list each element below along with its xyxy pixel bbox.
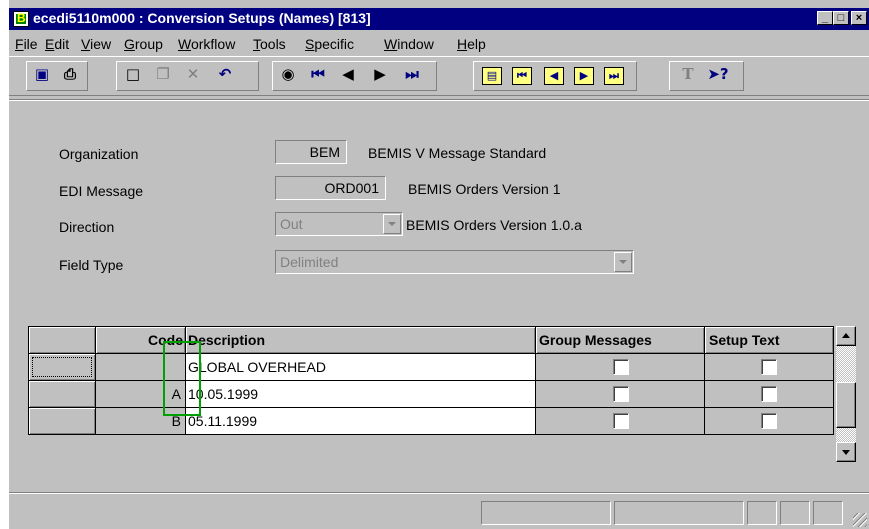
last-record-icon[interactable]: ⏭ [400, 65, 424, 87]
menu-edit[interactable]: Edit [45, 36, 69, 52]
toolbar-group-sets: ▤ ⏮ ◀ ▶ ⏭ [473, 61, 637, 91]
previous-record-icon[interactable]: ◀ [336, 65, 360, 87]
scroll-thumb[interactable] [836, 382, 856, 428]
edi-message-label: EDI Message [59, 183, 144, 199]
cell-setup-text [704, 353, 834, 381]
toolbar-group-file: ▣ ⎙ [26, 61, 88, 91]
help-icon[interactable]: ➤? [706, 65, 730, 87]
status-pane [747, 501, 777, 525]
group-messages-checkbox[interactable] [613, 386, 629, 402]
field-type-select[interactable]: Delimited [275, 250, 634, 274]
title-bar[interactable]: B ecedi5110m000 : Conversion Setups (Nam… [9, 8, 869, 30]
chevron-down-icon[interactable] [614, 252, 632, 272]
app-icon[interactable]: B [13, 11, 29, 27]
cell-group-messages [535, 380, 705, 408]
grid-vertical-scrollbar[interactable] [836, 326, 856, 462]
cell-setup-text [704, 380, 834, 408]
organization-label: Organization [59, 146, 139, 162]
undo-icon[interactable]: ↶ [213, 65, 237, 87]
delete-icon[interactable]: ✕ [181, 65, 205, 87]
scroll-up-icon[interactable] [836, 326, 856, 346]
edi-message-description: BEMIS Orders Version 1 [408, 181, 561, 197]
application-window: B ecedi5110m000 : Conversion Setups (Nam… [9, 0, 869, 529]
cell-group-messages [535, 353, 705, 381]
cell-description[interactable]: 10.05.1999 [185, 380, 536, 408]
direction-description: BEMIS Orders Version 1.0.a [406, 217, 582, 233]
setup-text-checkbox[interactable] [761, 413, 777, 429]
first-set-icon[interactable]: ▤ [482, 67, 502, 85]
cell-group-messages [535, 407, 705, 435]
scroll-down-icon[interactable] [836, 442, 856, 462]
next-set-icon[interactable]: ◀ [544, 67, 564, 85]
cell-description[interactable]: 05.11.1999 [185, 407, 536, 435]
column-header-group-messages[interactable]: Group Messages [535, 326, 705, 354]
group-messages-checkbox[interactable] [613, 359, 629, 375]
chevron-down-icon[interactable] [383, 214, 401, 234]
statusbar-separator [9, 492, 869, 494]
row-selector[interactable] [28, 407, 96, 435]
next-record-icon[interactable]: ▶ [368, 65, 392, 87]
text-icon[interactable]: T [676, 65, 700, 87]
grid-corner-header [28, 326, 96, 354]
new-icon[interactable]: □ [121, 65, 145, 87]
toolbar-group-edit: □ ❐ ✕ ↶ [116, 61, 259, 91]
menu-specific[interactable]: Specific [305, 36, 354, 52]
last-set-icon[interactable]: ▶ [574, 67, 594, 85]
toolbar-group-help: T ➤? [669, 61, 744, 91]
menu-tools[interactable]: Tools [253, 36, 286, 52]
menu-window[interactable]: Window [384, 36, 434, 52]
direction-value: Out [280, 216, 303, 232]
status-pane [614, 501, 744, 525]
menu-help[interactable]: Help [457, 36, 486, 52]
save-icon[interactable]: ▣ [30, 65, 54, 87]
cell-setup-text [704, 407, 834, 435]
direction-label: Direction [59, 219, 115, 235]
menu-group[interactable]: Group [124, 36, 163, 52]
status-pane [813, 501, 843, 525]
previous-set-icon[interactable]: ⏮ [512, 67, 532, 85]
print-icon[interactable]: ⎙ [58, 65, 82, 87]
column-header-description[interactable]: Description [185, 326, 536, 354]
focus-highlight-box [163, 341, 201, 416]
menu-workflow[interactable]: Workflow [178, 36, 235, 52]
setup-text-checkbox[interactable] [761, 359, 777, 375]
maximize-button[interactable]: □ [833, 11, 849, 25]
field-type-value: Delimited [280, 254, 339, 270]
toolbar-group-navigate: ◉ ⏮ ◀ ▶ ⏭ [272, 61, 437, 91]
toolbar-separator [9, 99, 869, 101]
window-title: ecedi5110m000 : Conversion Setups (Names… [33, 10, 371, 26]
group-messages-checkbox[interactable] [613, 413, 629, 429]
minimize-button[interactable]: _ [817, 11, 833, 25]
direction-select[interactable]: Out [275, 212, 403, 236]
setup-text-checkbox[interactable] [761, 386, 777, 402]
status-pane [481, 501, 611, 525]
status-pane [780, 501, 810, 525]
cell-description[interactable]: GLOBAL OVERHEAD [185, 353, 536, 381]
menu-bar: File Edit View Group Workflow Tools Spec… [9, 33, 869, 55]
end-set-icon[interactable]: ⏭ [604, 67, 624, 85]
field-type-label: Field Type [59, 257, 124, 273]
copy-icon[interactable]: ❐ [151, 65, 175, 87]
row-selector[interactable] [28, 353, 96, 381]
edi-message-field[interactable]: ORD001 [275, 176, 386, 200]
column-header-setup-text[interactable]: Setup Text [704, 326, 834, 354]
row-selector[interactable] [28, 380, 96, 408]
menu-file[interactable]: File [15, 36, 38, 52]
close-button[interactable]: × [851, 11, 867, 25]
toolbar: ▣ ⎙ □ ❐ ✕ ↶ ◉ ⏮ ◀ ▶ ⏭ ▤ ⏮ ◀ ▶ ⏭ T ➤? [9, 56, 869, 96]
resize-grip-icon[interactable] [853, 513, 867, 527]
find-icon[interactable]: ◉ [276, 65, 300, 87]
organization-field[interactable]: BEM [275, 140, 347, 164]
organization-description: BEMIS V Message Standard [368, 145, 547, 161]
first-record-icon[interactable]: ⏮ [306, 65, 330, 87]
menu-view[interactable]: View [81, 36, 111, 52]
